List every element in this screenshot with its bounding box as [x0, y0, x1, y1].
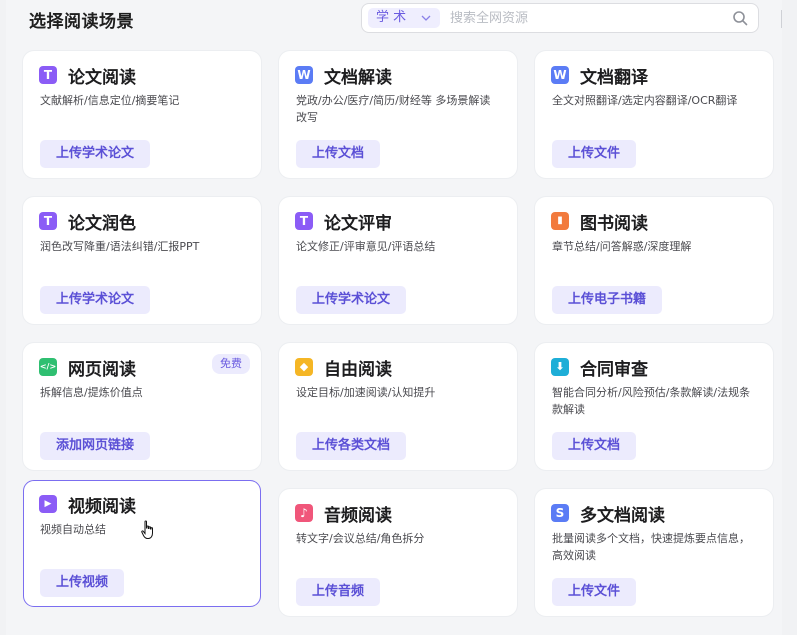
- paper-icon: T: [39, 212, 57, 230]
- music-icon: ♪: [295, 504, 313, 522]
- download-icon: ⬇: [551, 358, 569, 376]
- code-icon: </>: [39, 358, 57, 376]
- scene-card[interactable]: T 论文阅读 文献解析/信息定位/摘要笔记 上传学术论文: [23, 51, 261, 178]
- card-description: 润色改写降重/语法纠错/汇报PPT: [40, 240, 200, 253]
- card-description: 全文对照翻译/选定内容翻译/OCR翻译: [552, 94, 738, 107]
- card-title: 视频阅读: [68, 497, 136, 517]
- scene-card[interactable]: ▮ 图书阅读 章节总结/问答解惑/深度理解 上传电子书籍: [535, 197, 773, 324]
- card-title: 图书阅读: [580, 214, 648, 234]
- search-scope-label: 学 术: [376, 10, 407, 25]
- card-title: 文档解读: [324, 68, 392, 88]
- play-icon: ▶: [39, 495, 57, 513]
- card-description: 转文字/会议总结/角色拆分: [296, 532, 425, 545]
- upload-file-button[interactable]: 上传文件: [552, 140, 637, 168]
- page-title: 选择阅读场景: [29, 12, 134, 32]
- scene-card[interactable]: ▶ 视频阅读 视频自动总结 上传视频: [23, 480, 261, 607]
- search-icon[interactable]: [732, 10, 748, 26]
- scene-card[interactable]: </> 网页阅读 免费 拆解信息/提炼价值点 添加网页链接: [23, 343, 261, 470]
- card-title: 网页阅读: [68, 360, 136, 380]
- scene-card[interactable]: S 多文档阅读 批量阅读多个文档，快速提炼要点信息，高效阅读 上传文件: [535, 489, 773, 616]
- card-description: 拆解信息/提炼价值点: [40, 386, 143, 399]
- hand-cursor-icon: [141, 520, 153, 539]
- scene-card[interactable]: ⬇ 合同审查 智能合同分析/风险预估/条款解读/法规条款解读 上传文档: [535, 343, 773, 470]
- scene-card[interactable]: W 文档解读 党政/办公/医疗/简历/财经等 多场景解读改写 上传文档: [279, 51, 517, 178]
- word-icon: W: [295, 66, 313, 84]
- card-title: 论文润色: [68, 214, 136, 234]
- card-title: 多文档阅读: [580, 506, 665, 526]
- page: 选择阅读场景 学 术 T 论文阅读 文献解析/信息定位/摘要笔记 上传学术论文 …: [6, 0, 782, 635]
- chevron-down-icon: [421, 15, 431, 21]
- card-description: 章节总结/问答解惑/深度理解: [552, 240, 692, 253]
- upload-paper-button[interactable]: 上传学术论文: [296, 286, 407, 314]
- card-description: 智能合同分析/风险预估/条款解读/法规条款解读: [552, 386, 751, 416]
- upload-ebook-button[interactable]: 上传电子书籍: [552, 286, 663, 314]
- card-description: 党政/办公/医疗/简历/财经等 多场景解读改写: [296, 94, 491, 124]
- search-scope-select[interactable]: 学 术: [368, 8, 440, 28]
- diamond-icon: ◆: [295, 358, 313, 376]
- upload-any-document-button[interactable]: 上传各类文档: [296, 432, 407, 460]
- card-description: 文献解析/信息定位/摘要笔记: [40, 94, 180, 107]
- free-badge: 免费: [212, 354, 250, 374]
- card-description: 批量阅读多个文档，快速提炼要点信息，高效阅读: [552, 532, 750, 562]
- upload-audio-button[interactable]: 上传音频: [296, 578, 381, 606]
- paper-icon: T: [295, 212, 313, 230]
- scene-card[interactable]: ♪ 音频阅读 转文字/会议总结/角色拆分 上传音频: [279, 489, 517, 616]
- card-title: 合同审查: [580, 360, 648, 380]
- upload-paper-button[interactable]: 上传学术论文: [40, 286, 151, 314]
- card-title: 文档翻译: [580, 68, 648, 88]
- card-description: 论文修正/评审意见/评语总结: [296, 240, 436, 253]
- word-icon: W: [551, 66, 569, 84]
- card-title: 论文评审: [324, 214, 392, 234]
- scene-card[interactable]: T 论文润色 润色改写降重/语法纠错/汇报PPT 上传学术论文: [23, 197, 261, 324]
- card-title: 音频阅读: [324, 506, 392, 526]
- paper-icon: T: [39, 66, 57, 84]
- card-title: 论文阅读: [68, 68, 136, 88]
- search-bar[interactable]: 学 术: [361, 3, 759, 33]
- upload-video-button[interactable]: 上传视频: [40, 569, 125, 597]
- upload-paper-button[interactable]: 上传学术论文: [40, 140, 151, 168]
- scene-card[interactable]: W 文档翻译 全文对照翻译/选定内容翻译/OCR翻译 上传文件: [535, 51, 773, 178]
- card-description: 设定目标/加速阅读/认知提升: [296, 386, 436, 399]
- upload-document-button[interactable]: 上传文档: [552, 432, 637, 460]
- add-webpage-link-button[interactable]: 添加网页链接: [40, 432, 151, 460]
- multi-doc-icon: S: [551, 504, 569, 522]
- search-input[interactable]: [450, 8, 720, 28]
- card-title: 自由阅读: [324, 360, 392, 380]
- scene-card[interactable]: T 论文评审 论文修正/评审意见/评语总结 上传学术论文: [279, 197, 517, 324]
- upload-file-button[interactable]: 上传文件: [552, 578, 637, 606]
- upload-document-button[interactable]: 上传文档: [296, 140, 381, 168]
- divider: [781, 10, 782, 28]
- bookmark-icon: ▮: [551, 212, 569, 230]
- scene-card[interactable]: ◆ 自由阅读 设定目标/加速阅读/认知提升 上传各类文档: [279, 343, 517, 470]
